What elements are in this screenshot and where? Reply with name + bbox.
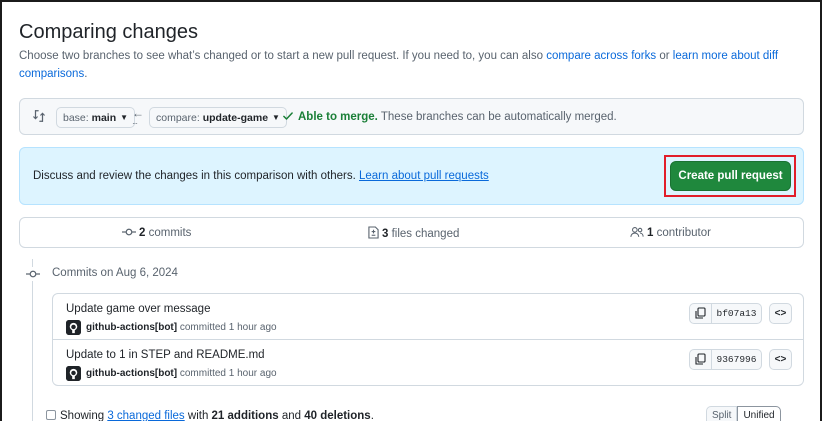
copy-sha-button[interactable]	[689, 303, 712, 324]
commits-label: commits	[145, 227, 192, 239]
copy-icon	[690, 307, 711, 326]
base-prefix: base:	[63, 112, 89, 124]
arrow-left-icon: ←	[132, 106, 144, 120]
commits-date-header: Commits on Aug 6, 2024	[52, 267, 178, 279]
avatar[interactable]	[66, 366, 81, 381]
merge-status-detail: These branches can be automatically merg…	[377, 111, 617, 123]
git-commit-icon	[26, 267, 40, 281]
diff-deletions: 40 deletions	[304, 410, 371, 421]
commit-meta: github-actions[bot] committed 1 hour ago	[86, 368, 277, 379]
description-text: Choose two branches to see what’s change…	[19, 50, 547, 62]
page-frame: Comparing changes Choose two branches to…	[0, 0, 822, 421]
page-description: Choose two branches to see what’s change…	[19, 47, 799, 83]
commit-time: committed 1 hour ago	[177, 368, 277, 379]
unified-view-button[interactable]: Unified	[737, 406, 781, 421]
caret-down-icon: ▼	[272, 113, 280, 122]
overview-summary: 2 commits 3 files changed 1 contributor	[19, 217, 804, 248]
timeline-line	[32, 259, 33, 421]
check-icon	[282, 110, 294, 125]
commit-meta: github-actions[bot] committed 1 hour ago	[86, 322, 277, 333]
diff-and: and	[278, 410, 305, 421]
compare-branch-select[interactable]: compare: update-game ▼	[149, 107, 287, 128]
git-commit-icon	[122, 226, 136, 241]
page-title: Comparing changes	[19, 21, 198, 43]
commit-time: committed 1 hour ago	[177, 322, 277, 333]
compare-branch-name: update-game	[202, 112, 269, 124]
description-suffix: .	[84, 68, 88, 80]
learn-pull-requests-link[interactable]: Learn about pull requests	[359, 170, 489, 182]
file-diff-icon	[368, 226, 379, 242]
create-pull-request-button[interactable]: Create pull request	[670, 161, 791, 191]
people-icon	[630, 226, 644, 241]
copy-sha-button[interactable]	[689, 349, 712, 370]
commit-author-link[interactable]: github-actions[bot]	[86, 368, 177, 379]
code-icon[interactable]: <>	[769, 349, 792, 370]
diff-suffix: .	[370, 410, 374, 421]
diff-summary: Showing 3 changed files with 21 addition…	[46, 410, 374, 421]
diff-with: with	[184, 410, 212, 421]
compare-prefix: compare:	[156, 112, 200, 124]
list-item: Update game over message github-actions[…	[53, 294, 803, 340]
commit-author-link[interactable]: github-actions[bot]	[86, 322, 177, 333]
git-compare-icon[interactable]	[32, 109, 46, 123]
changed-files-link[interactable]: 3 changed files	[107, 410, 184, 421]
base-branch-name: main	[91, 112, 117, 124]
merge-status-label: Able to merge.	[298, 111, 378, 123]
dots-icon: ···	[132, 119, 138, 128]
description-or-text: or	[656, 50, 673, 62]
diff-additions: 21 additions	[211, 410, 279, 421]
merge-status: Able to merge. These branches can be aut…	[298, 111, 617, 123]
compare-across-forks-link[interactable]: compare across forks	[546, 50, 656, 62]
caret-down-icon: ▼	[120, 113, 129, 122]
diff-view-toggle: Split Unified	[706, 406, 781, 421]
files-label: files changed	[388, 228, 460, 240]
range-editor: base: main ▼ ← ··· compare: update-game ▼ …	[19, 98, 804, 135]
list-item: Update to 1 in STEP and README.md github…	[53, 340, 803, 386]
base-branch-select[interactable]: base: main ▼	[56, 107, 136, 128]
commit-list: Update game over message github-actions[…	[52, 293, 804, 386]
discuss-banner: Discuss and review the changes in this c…	[19, 147, 804, 205]
split-view-button[interactable]: Split	[706, 406, 738, 421]
avatar[interactable]	[66, 320, 81, 335]
commit-message-link[interactable]: Update to 1 in STEP and README.md	[66, 349, 265, 361]
commit-message-link[interactable]: Update game over message	[66, 303, 210, 315]
contributors-label: contributor	[653, 227, 711, 239]
discuss-text: Discuss and review the changes in this c…	[33, 170, 489, 182]
code-icon[interactable]: <>	[769, 303, 792, 324]
discuss-message: Discuss and review the changes in this c…	[33, 170, 359, 182]
diff-stat-icon	[46, 410, 56, 420]
commit-sha-link[interactable]: 9367996	[712, 349, 762, 370]
diff-prefix: Showing	[60, 410, 108, 421]
files-changed-tab[interactable]: 3 files changed	[368, 226, 459, 242]
copy-icon	[690, 353, 711, 372]
commits-tab[interactable]: 2 commits	[122, 226, 191, 241]
contributors-tab[interactable]: 1 contributor	[630, 226, 711, 241]
commit-sha-link[interactable]: bf07a13	[712, 303, 762, 324]
